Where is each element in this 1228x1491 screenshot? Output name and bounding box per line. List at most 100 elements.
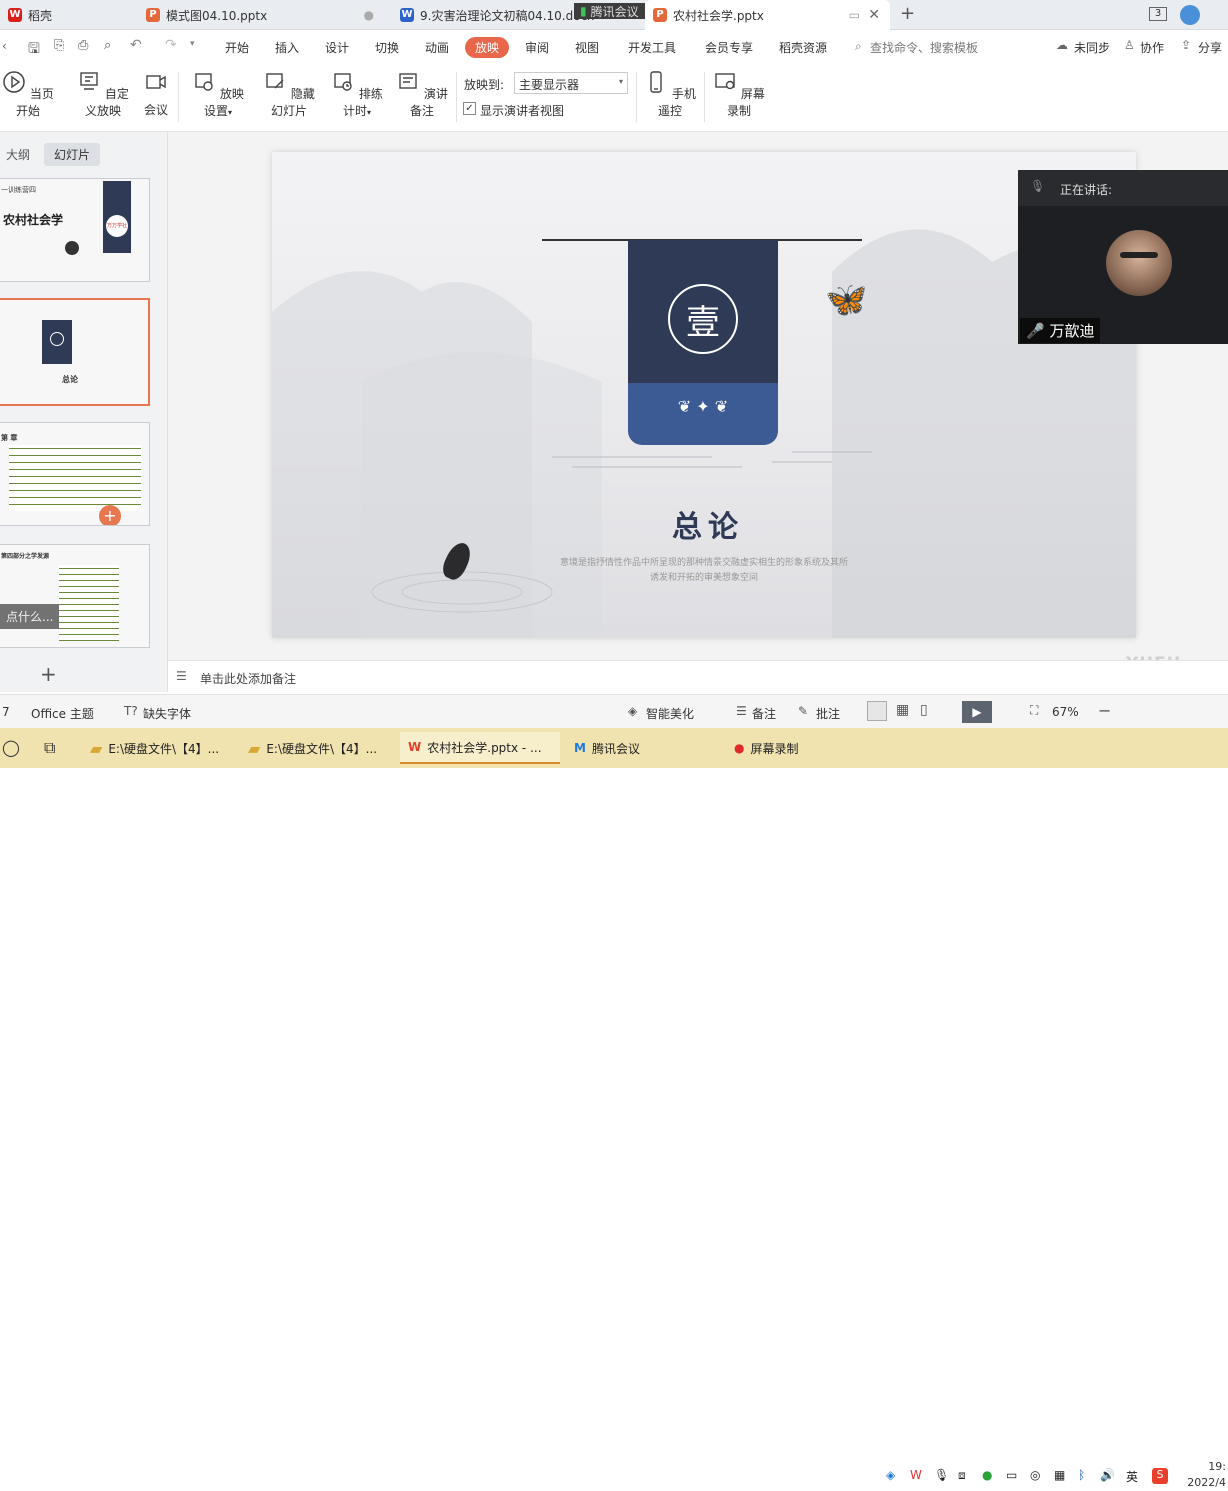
play-slideshow-icon[interactable]: ▶ [962,701,992,723]
normal-view-icon[interactable] [867,701,887,721]
monitor-select[interactable]: 主要显示器 ▾ [514,72,628,94]
tray-wps-icon[interactable]: W [910,1468,922,1482]
start-search-icon[interactable]: ◯ [2,738,20,757]
save-icon[interactable]: 🖫 [28,38,40,62]
zoom-out-icon[interactable]: − [1098,701,1111,720]
menu-daoke-resources[interactable]: 稻壳资源 [779,39,827,56]
tray-meeting-icon[interactable]: ◈ [886,1468,895,1482]
menu-developer[interactable]: 开发工具 [628,39,676,56]
screen-record-button[interactable]: 屏幕录制 [712,70,766,119]
tray-security-icon[interactable]: ◎ [1030,1468,1040,1482]
avatar[interactable] [1180,5,1200,25]
close-icon[interactable]: ● [364,8,374,22]
taskbar-item-screen-record[interactable]: ● 屏幕录制 [726,732,856,764]
speaker-notes-button[interactable]: 演讲备注 [396,70,448,119]
smart-beautify-button[interactable]: 智能美化 [646,705,694,722]
windows-taskbar: ◯ ⧉ ▰ E:\硬盘文件\【4】... ▰ E:\硬盘文件\【4】... W … [0,728,1228,1489]
taskbar-label: 腾讯会议 [591,741,640,756]
menu-view[interactable]: 视图 [575,39,599,56]
print-icon[interactable]: ⎙ [78,38,88,53]
chevron-down-icon: ▾ [618,77,623,86]
tray-mic-icon[interactable]: 🎙 [934,1468,949,1482]
notes-pane[interactable]: ☰ 单击此处添加备注 [168,660,1228,694]
export-icon[interactable]: ⎘ [54,38,64,53]
comments-button[interactable]: 批注 [816,705,840,722]
menu-review[interactable]: 审阅 [525,39,549,56]
taskbar-item-tencent-meeting[interactable]: M 腾讯会议 [566,732,706,764]
sogou-ime-icon[interactable]: S [1152,1468,1168,1484]
bluetooth-icon[interactable]: ᛒ [1078,1468,1085,1482]
tab-label: 模式图04.10.pptx [166,8,268,23]
missing-font-button[interactable]: 缺失字体 [143,705,191,722]
share-button[interactable]: 分享 [1198,39,1222,56]
show-settings-button[interactable]: 放映设置▾ [188,70,248,119]
theme-name[interactable]: Office 主题 [31,705,94,722]
add-slide-icon[interactable]: + [99,505,121,525]
window-icon[interactable]: ▭ [849,8,860,22]
tray-network-icon[interactable]: ▦ [1054,1468,1065,1482]
clock[interactable]: 19: 2022/4 [1186,1459,1226,1491]
tab-slides[interactable]: 幻灯片 [44,143,101,166]
slide-thumbnail-1[interactable]: 一训练营四 农村社会学 万万学社 [0,178,150,282]
undo-icon[interactable]: ↶ [130,37,142,53]
taskbar-item-explorer-2[interactable]: ▰ E:\硬盘文件\【4】... [240,732,392,764]
window-count[interactable]: 3 [1149,7,1167,21]
add-slide-icon[interactable]: + [40,662,57,686]
taskbar-item-wps[interactable]: W 农村社会学.pptx - ... [400,732,560,764]
tab-outline[interactable]: 大纲 [6,146,30,163]
tencent-meeting-video-window[interactable]: 🎙 正在讲话: 🎤 万歆迪 [1018,170,1228,344]
slide-thumbnail-4[interactable]: 第四部分之学发源 [0,544,150,648]
chevron-left-icon[interactable]: ‹ [2,39,7,53]
thumb-title: 总论 [62,375,78,384]
task-view-icon[interactable]: ⧉ [44,738,55,758]
presenter-view-checkbox[interactable]: ✓ [463,102,476,115]
menu-insert[interactable]: 插入 [275,39,299,56]
tray-screenshot-icon[interactable]: ⧈ [958,1468,966,1483]
tencent-meeting-floating-bar[interactable]: ▮ 腾讯会议 [574,3,645,19]
collab-button[interactable]: 协作 [1140,39,1164,56]
menu-member[interactable]: 会员专享 [705,39,753,56]
redo-icon[interactable]: ↷ [165,37,177,53]
menu-design[interactable]: 设计 [325,39,349,56]
tab-active-pptx[interactable]: P 农村社会学.pptx ▭ ✕ [645,0,890,30]
reading-view-icon[interactable]: ▯ [920,702,928,718]
banner-ornament-band: ❦ ✦ ❦ [628,383,778,445]
tab-label: 稻壳 [28,8,53,23]
volume-icon[interactable]: 🔊 [1100,1468,1115,1482]
ime-indicator[interactable]: 英 [1126,1468,1138,1485]
custom-show-button[interactable]: 自定义放映 [72,70,134,119]
rehearse-timing-button[interactable]: 排练计时▾ [328,70,386,119]
menu-home[interactable]: 开始 [225,39,249,56]
microphone-icon: 🎙 [1030,179,1046,193]
taskbar-item-explorer-1[interactable]: ▰ E:\硬盘文件\【4】... [82,732,234,764]
notes-toggle-button[interactable]: 备注 [752,705,776,722]
slide-thumbnail-3[interactable]: 第 章 + [0,422,150,526]
meeting-button[interactable]: 会议 [142,70,170,118]
ai-hint-overlay[interactable]: 点什么... [0,604,60,629]
sync-status[interactable]: 未同步 [1074,39,1110,56]
hide-slide-button[interactable]: 隐藏幻灯片 [258,70,320,119]
slideshow-ribbon: 当页开始 自定义放映 会议 放映设置▾ 隐藏幻灯片 排练计时▾ 演讲备注 放映到… [0,66,1228,132]
grid-view-icon[interactable]: ▦ [896,702,909,718]
new-tab-icon[interactable]: + [900,3,915,24]
dropdown-icon[interactable]: ▾ [190,39,195,49]
slide-thumbnail-2[interactable]: 总论 [0,298,150,406]
cloud-icon: ☁ [1056,38,1068,52]
close-icon[interactable]: ✕ [868,7,880,23]
collab-icon: ♙ [1124,38,1135,52]
menu-slideshow[interactable]: 放映 [465,37,510,58]
menu-animation[interactable]: 动画 [425,39,449,56]
tab-daoke[interactable]: W 稻壳 [0,0,130,30]
beautify-icon: ◈ [628,704,638,718]
preview-icon[interactable]: ⌕ [104,38,111,53]
tab-mode-pptx[interactable]: P 模式图04.10.pptx ● [138,0,388,30]
zoom-level[interactable]: 67% [1052,705,1079,719]
tray-wechat-icon[interactable]: ● [982,1468,992,1482]
menu-transition[interactable]: 切换 [375,39,399,56]
slide-main[interactable]: 壹 ❦ ✦ ❦ 🦋 总论 意境是指抒情性作品中所呈现的那种情景交融虚实相生的形象… [272,152,1136,638]
fit-window-icon[interactable]: ⛶ [1030,703,1038,718]
search-input[interactable]: 查找命令、搜索模板 [870,39,978,56]
phone-remote-button[interactable]: 手机遥控 [644,70,696,119]
from-current-button[interactable]: 当页开始 [2,70,54,119]
tray-display-icon[interactable]: ▭ [1006,1468,1017,1482]
